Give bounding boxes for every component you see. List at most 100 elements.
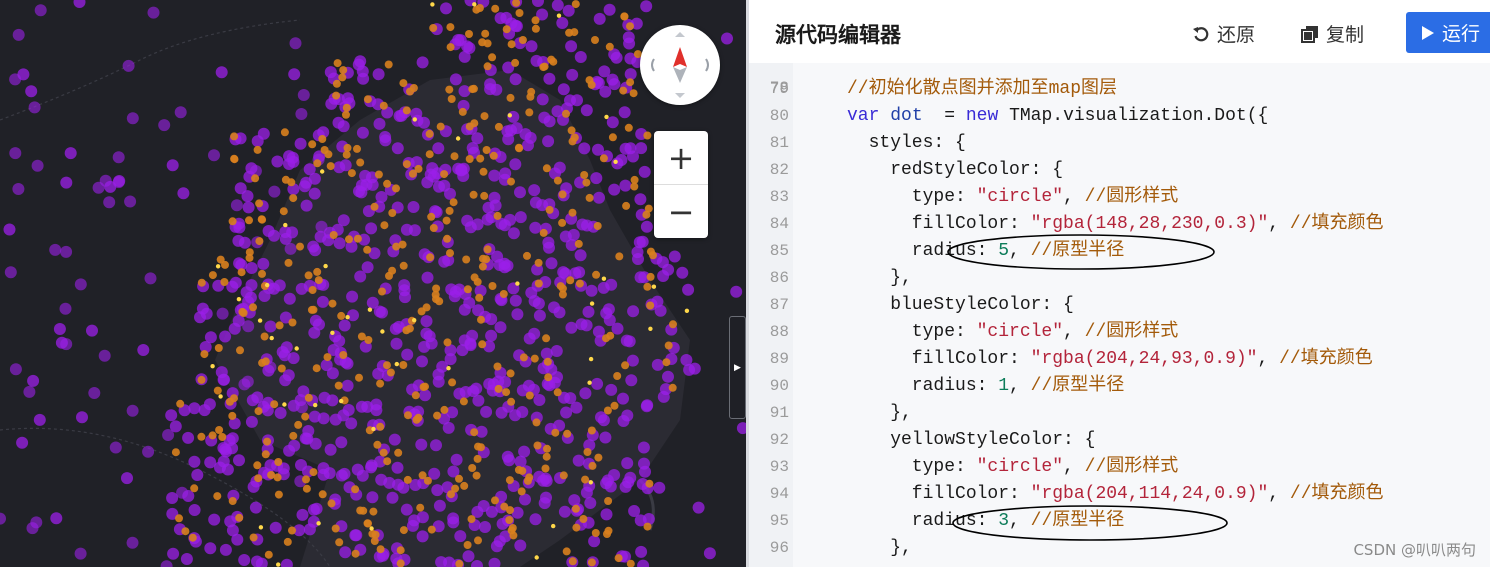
orange-dot	[446, 23, 455, 32]
orange-dot	[500, 502, 509, 511]
yellow-dot	[394, 361, 399, 367]
orange-dot	[213, 386, 222, 395]
line-number: 79	[769, 80, 789, 98]
purple-dot	[682, 283, 695, 296]
purple-dot	[317, 412, 330, 425]
code-token: //原型半径	[1030, 511, 1125, 531]
code-token: styles: {	[847, 133, 966, 153]
orange-dot	[412, 415, 421, 424]
purple-dot	[167, 547, 180, 560]
purple-dot	[335, 436, 348, 449]
yellow-dot	[320, 169, 325, 174]
orange-dot	[380, 221, 389, 230]
orange-dot	[556, 282, 565, 291]
purple-dot	[603, 3, 616, 16]
purple-dot	[233, 257, 246, 270]
orange-dot	[277, 364, 286, 373]
code-token: //圆形样式	[1084, 457, 1179, 477]
orange-dot	[296, 242, 304, 251]
map-view[interactable]: + − ▶	[0, 0, 746, 567]
orange-dot	[236, 346, 244, 355]
purple-dot	[574, 249, 587, 262]
purple-dot	[651, 358, 664, 371]
orange-dot	[369, 507, 378, 516]
orange-dot	[572, 523, 581, 532]
purple-dot	[351, 463, 364, 476]
code-token: "circle"	[976, 187, 1064, 207]
orange-dot	[460, 481, 469, 490]
purple-dot	[449, 73, 462, 86]
purple-dot	[109, 441, 122, 454]
purple-dot	[592, 143, 604, 156]
purple-dot	[538, 111, 551, 124]
compass[interactable]	[640, 25, 720, 105]
orange-dot	[642, 210, 651, 219]
purple-dot	[528, 327, 541, 340]
purple-dot	[575, 318, 588, 331]
orange-dot	[208, 271, 217, 280]
zoom-in-button[interactable]: +	[654, 131, 708, 184]
orange-dot	[539, 228, 548, 237]
yellow-dot	[218, 394, 223, 399]
purple-dot	[461, 214, 474, 227]
purple-dot	[591, 377, 604, 390]
orange-dot	[326, 162, 335, 171]
purple-dot	[60, 176, 73, 189]
purple-dot	[3, 223, 16, 236]
purple-dot	[490, 540, 503, 553]
yellow-dot	[613, 159, 618, 164]
orange-dot	[558, 290, 567, 299]
code-token: //原型半径	[1030, 376, 1125, 396]
code-area[interactable]: 78 79 //初始化散点图并添加至map图层 80 var dot = new TM…	[749, 63, 1490, 567]
orange-dot	[335, 538, 344, 547]
orange-dot	[253, 461, 262, 470]
code-text: styles: {	[847, 130, 966, 157]
line-number: 91	[769, 404, 789, 422]
purple-dot	[501, 450, 514, 463]
orange-dot	[383, 361, 391, 370]
collapse-panel-toggle[interactable]: ▶	[729, 316, 746, 419]
orange-dot	[294, 420, 303, 429]
yellow-dot	[588, 356, 594, 362]
zoom-out-button[interactable]: −	[654, 185, 708, 238]
purple-dot	[565, 40, 578, 53]
code-token: //圆形样式	[1084, 187, 1179, 207]
orange-dot	[592, 270, 601, 279]
yellow-dot	[587, 380, 592, 385]
code-token: TMap.visualization.Dot({	[1009, 106, 1269, 126]
orange-dot	[559, 471, 568, 480]
yellow-dot	[507, 113, 512, 118]
code-token: },	[847, 403, 912, 423]
orange-dot	[371, 530, 380, 539]
code-token: ,	[1009, 376, 1031, 396]
run-button[interactable]: 运行	[1406, 12, 1490, 53]
purple-dot	[421, 271, 434, 284]
restore-button[interactable]: 还原	[1191, 20, 1255, 47]
orange-dot	[502, 388, 511, 397]
purple-dot	[604, 480, 617, 493]
copy-button[interactable]: 复制	[1300, 20, 1364, 47]
purple-dot	[624, 142, 637, 155]
purple-dot	[180, 553, 193, 565]
orange-dot	[514, 465, 523, 474]
purple-dot	[632, 253, 644, 265]
purple-dot	[494, 321, 507, 334]
orange-dot	[493, 362, 502, 371]
orange-dot	[643, 522, 652, 531]
orange-dot	[605, 42, 614, 51]
purple-dot	[50, 512, 63, 525]
orange-dot	[338, 73, 347, 82]
orange-dot	[427, 525, 436, 534]
purple-dot	[286, 151, 299, 164]
purple-dot	[339, 546, 352, 559]
purple-dot	[12, 28, 25, 41]
code-line: 80 var dot = new TMap.visualization.Dot({	[749, 103, 1490, 130]
orange-dot	[531, 16, 540, 25]
orange-dot	[235, 513, 244, 522]
purple-dot	[488, 191, 501, 204]
orange-dot	[314, 276, 323, 285]
purple-dot	[560, 406, 573, 419]
purple-dot	[165, 409, 178, 422]
orange-dot	[478, 38, 487, 47]
orange-dot	[465, 30, 473, 38]
